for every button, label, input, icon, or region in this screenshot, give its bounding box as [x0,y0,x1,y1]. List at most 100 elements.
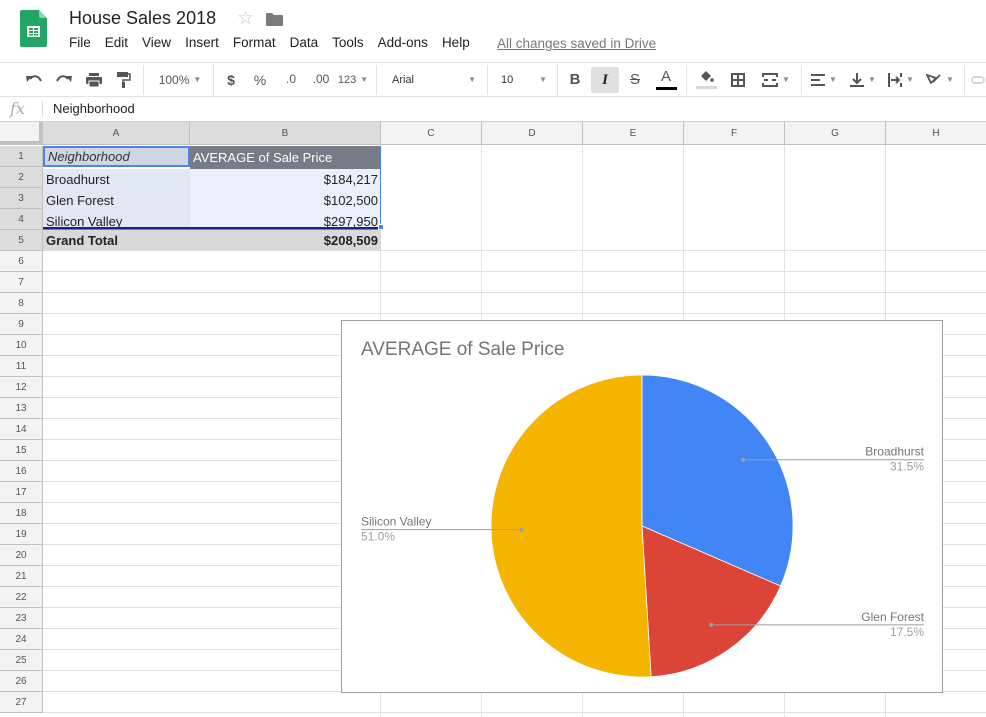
merge-cells-button[interactable]: ▼ [756,63,796,96]
menu-edit[interactable]: Edit [98,35,135,50]
percent-format-button[interactable]: % [249,63,271,96]
pie-chart-svg: Broadhurst31.5% Glen Forest17.5% Silicon V… [361,374,925,678]
save-status-link[interactable]: All changes saved in Drive [497,36,656,51]
print-button[interactable] [82,63,106,96]
row-header-1[interactable]: 1 [0,146,43,167]
column-header-e[interactable]: E [583,122,684,145]
paint-format-button[interactable] [112,63,136,96]
column-header-f[interactable]: F [684,122,785,145]
decrease-decimal-button[interactable]: .0 [279,63,303,96]
row-header-24[interactable]: 24 [0,629,43,650]
insert-link-button[interactable] [970,63,986,96]
font-family-select[interactable]: Arial ▼ [384,63,484,96]
cell-a1[interactable]: Neighborhood [43,146,190,167]
menu-view[interactable]: View [135,35,178,50]
column-header-g[interactable]: G [785,122,886,145]
column-header-d[interactable]: D [482,122,583,145]
row-header-27[interactable]: 27 [0,692,43,713]
sheets-logo-icon[interactable] [20,10,47,47]
more-formats-select[interactable]: 123 ▼ [337,63,369,96]
cell-b1[interactable]: AVERAGE of Sale Price [190,146,381,169]
row-header-26[interactable]: 26 [0,671,43,692]
label-anchor-dot [709,622,714,627]
row-header-15[interactable]: 15 [0,440,43,461]
decrease-decimal-label: .0 [285,71,296,86]
text-color-icon: A [660,67,671,85]
row-header-4[interactable]: 4 [0,209,43,230]
zoom-select[interactable]: 100% ▼ [150,63,210,96]
cell-a5[interactable]: Grand Total [43,230,190,251]
vertical-align-button[interactable]: ▼ [846,63,880,96]
row-header-7[interactable]: 7 [0,272,43,293]
chevron-down-icon: ▼ [829,75,837,84]
menu-tools[interactable]: Tools [325,35,371,50]
column-header-c[interactable]: C [381,122,482,145]
horizontal-align-button[interactable]: ▼ [806,63,842,96]
select-all-corner[interactable] [0,122,43,145]
formula-bar: fx Neighborhood [0,97,986,122]
text-wrap-icon [888,72,903,87]
text-rotation-button[interactable]: ▼ [922,63,958,96]
paint-format-icon [117,71,131,88]
fx-icon: fx [10,99,25,118]
menu-data[interactable]: Data [283,35,326,50]
cell-b2[interactable]: $184,217 [190,169,381,190]
row-header-9[interactable]: 9 [0,314,43,335]
menu-addons[interactable]: Add-ons [371,35,435,50]
fill-color-button[interactable] [693,63,719,96]
column-header-h[interactable]: H [886,122,986,145]
increase-decimal-button[interactable]: .00 [307,63,335,96]
row-header-13[interactable]: 13 [0,398,43,419]
menu-format[interactable]: Format [226,35,283,50]
row-header-17[interactable]: 17 [0,482,43,503]
redo-button[interactable] [52,63,76,96]
document-title[interactable]: House Sales 2018 [69,8,216,29]
toolbar-divider [801,65,802,95]
text-color-button[interactable]: A [653,63,679,96]
row-header-18[interactable]: 18 [0,503,43,524]
row-header-14[interactable]: 14 [0,419,43,440]
folder-icon[interactable] [266,13,283,26]
borders-button[interactable] [726,63,750,96]
fill-color-swatch [695,86,717,89]
row-header-10[interactable]: 10 [0,335,43,356]
row-header-22[interactable]: 22 [0,587,43,608]
italic-button[interactable]: I [591,67,619,93]
font-size-select[interactable]: 10 ▼ [493,63,555,96]
row-header-25[interactable]: 25 [0,650,43,671]
menu-bar: File Edit View Insert Format Data Tools … [62,35,477,50]
row-header-23[interactable]: 23 [0,608,43,629]
menu-help[interactable]: Help [435,35,477,50]
column-header-b[interactable]: B [190,122,381,145]
cell-b5[interactable]: $208,509 [190,230,381,251]
strikethrough-button[interactable]: S [623,63,647,96]
row-header-8[interactable]: 8 [0,293,43,314]
pie-chart[interactable]: AVERAGE of Sale Price Broadhurst 31.5% Gle… [341,320,943,693]
row-header-16[interactable]: 16 [0,461,43,482]
cell-b3[interactable]: $102,500 [190,190,381,211]
row-header-5[interactable]: 5 [0,230,43,251]
menu-file[interactable]: File [62,35,98,50]
formula-input[interactable]: Neighborhood [53,101,135,116]
text-wrapping-button[interactable]: ▼ [884,63,918,96]
font-family-value: Arial [392,73,415,86]
menu-insert[interactable]: Insert [178,35,226,50]
pie-slice-silicon-valley[interactable] [490,374,652,678]
toolbar-divider [487,65,488,95]
star-icon[interactable]: ☆ [237,7,254,30]
row-header-2[interactable]: 2 [0,167,43,188]
row-header-6[interactable]: 6 [0,251,43,272]
cell-a3[interactable]: Glen Forest [43,190,190,211]
cell-a2[interactable]: Broadhurst [43,169,190,190]
bold-button[interactable]: B [563,63,587,96]
column-header-a[interactable]: A [43,122,190,145]
row-header-11[interactable]: 11 [0,356,43,377]
row-header-3[interactable]: 3 [0,188,43,209]
row-header-12[interactable]: 12 [0,377,43,398]
currency-format-button[interactable]: $ [220,63,242,96]
row-header-20[interactable]: 20 [0,545,43,566]
row-header-21[interactable]: 21 [0,566,43,587]
fill-handle[interactable] [378,224,384,230]
undo-button[interactable] [22,63,46,96]
row-header-19[interactable]: 19 [0,524,43,545]
